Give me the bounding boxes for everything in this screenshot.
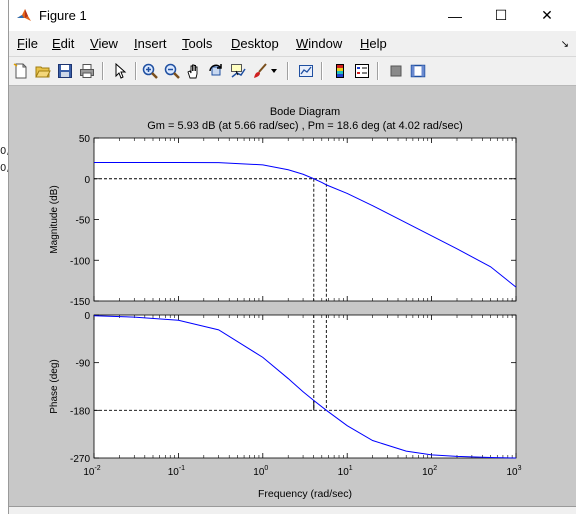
menu-desktop[interactable]: Desktop	[231, 36, 279, 51]
magnitude-tick-label: 0	[84, 175, 90, 186]
show-plot-tools-icon	[410, 64, 426, 78]
data-cursor-icon	[231, 64, 246, 78]
title-bar[interactable]: Figure 1 — ☐ ✕	[9, 0, 576, 31]
menu-file[interactable]: File	[17, 36, 38, 51]
minimize-icon: —	[448, 7, 462, 24]
menu-view[interactable]: View	[90, 36, 118, 51]
brush-button[interactable]	[250, 61, 270, 81]
chart-subtitle: Gm = 5.93 dB (at 5.66 rad/sec) , Pm = 18…	[147, 120, 463, 132]
show-plot-tools-button[interactable]	[408, 61, 428, 81]
toolbar-separator	[321, 62, 323, 80]
rotate-3d-icon	[209, 64, 222, 76]
x-tick-label: 10-1	[168, 465, 185, 478]
brush-dropdown-button[interactable]	[268, 61, 280, 81]
x-tick-label: 100	[253, 465, 268, 478]
background-window-strip: 0, 0,	[0, 0, 10, 514]
zoom-out-button[interactable]	[162, 61, 182, 81]
maximize-button[interactable]: ☐	[478, 0, 524, 31]
x-axis-label: Frequency (rad/sec)	[258, 488, 352, 500]
phase-tick-label: -270	[70, 454, 90, 465]
phase-tick-label: -90	[76, 359, 91, 370]
zoom-in-icon	[142, 63, 158, 79]
phase-axis-label: Phase (deg)	[49, 359, 60, 413]
rotate-3d-button[interactable]	[206, 61, 226, 81]
open-file-button[interactable]	[33, 61, 53, 81]
figure-window: Figure 1 — ☐ ✕ File Edit View Insert Tools De…	[8, 0, 576, 514]
figure-canvas[interactable]: Bode Diagram Gm = 5.93 dB (at 5.66 rad/se…	[9, 86, 576, 507]
new-figure-icon	[13, 63, 27, 79]
toolbar-separator	[102, 62, 104, 80]
menu-bar: File Edit View Insert Tools Desktop Window Help…	[9, 33, 576, 54]
magnitude-tick-label: 50	[79, 134, 91, 145]
hide-plot-tools-icon	[390, 65, 402, 77]
chart-title: Bode Diagram	[270, 106, 340, 118]
magnitude-tick-label: -100	[70, 256, 90, 267]
figure-toolbar	[9, 56, 576, 86]
menu-tools[interactable]: Tools	[182, 36, 212, 51]
new-figure-button[interactable]	[11, 61, 31, 81]
pan-button[interactable]	[184, 61, 204, 81]
close-icon: ✕	[541, 7, 553, 23]
menu-help[interactable]: Help	[360, 36, 387, 51]
matlab-logo-icon	[17, 9, 31, 21]
minimize-button[interactable]: —	[432, 0, 478, 31]
menu-window[interactable]: Window	[296, 36, 342, 51]
maximize-icon: ☐	[494, 7, 508, 23]
legend-icon	[355, 64, 369, 78]
zoom-out-icon	[164, 63, 180, 79]
save-icon	[58, 64, 72, 78]
print-button[interactable]	[77, 61, 97, 81]
edit-plot-button[interactable]	[110, 61, 130, 81]
phase-axes	[93, 314, 517, 459]
toolbar-separator	[135, 62, 137, 80]
hide-plot-tools-button[interactable]	[386, 61, 406, 81]
x-tick-label: 103	[506, 465, 521, 478]
zoom-in-button[interactable]	[140, 61, 160, 81]
phase-tick-label: 0	[84, 311, 90, 322]
dock-figure-icon[interactable]: ↘	[561, 39, 569, 50]
link-plot-icon	[299, 65, 313, 77]
menu-insert[interactable]: Insert	[134, 36, 167, 51]
toolbar-separator	[377, 62, 379, 80]
window-title: Figure 1	[39, 8, 87, 23]
save-button[interactable]	[55, 61, 75, 81]
insert-legend-button[interactable]	[352, 61, 372, 81]
pan-hand-icon	[187, 64, 198, 79]
brush-dropdown-icon	[271, 69, 277, 73]
toolbar-separator	[287, 62, 289, 80]
phase-tick-label: -180	[70, 406, 90, 417]
magnitude-tick-label: -150	[70, 297, 90, 308]
insert-colorbar-button[interactable]	[330, 61, 350, 81]
x-tick-label: 102	[422, 465, 437, 478]
data-cursor-button[interactable]	[228, 61, 248, 81]
bode-diagram: Bode Diagram Gm = 5.93 dB (at 5.66 rad/se…	[49, 106, 522, 500]
link-plot-button[interactable]	[296, 61, 316, 81]
colorbar-icon	[336, 64, 344, 78]
menu-edit[interactable]: Edit	[52, 36, 74, 51]
print-icon	[80, 64, 94, 78]
open-file-icon	[35, 66, 51, 78]
close-button[interactable]: ✕	[524, 0, 570, 31]
magnitude-tick-label: -50	[76, 216, 91, 227]
edit-plot-arrow-icon	[115, 63, 127, 79]
magnitude-axis-label: Magnitude (dB)	[49, 185, 60, 253]
x-tick-label: 10-2	[83, 465, 100, 478]
x-tick-label: 101	[338, 465, 353, 478]
brush-icon	[254, 63, 267, 78]
